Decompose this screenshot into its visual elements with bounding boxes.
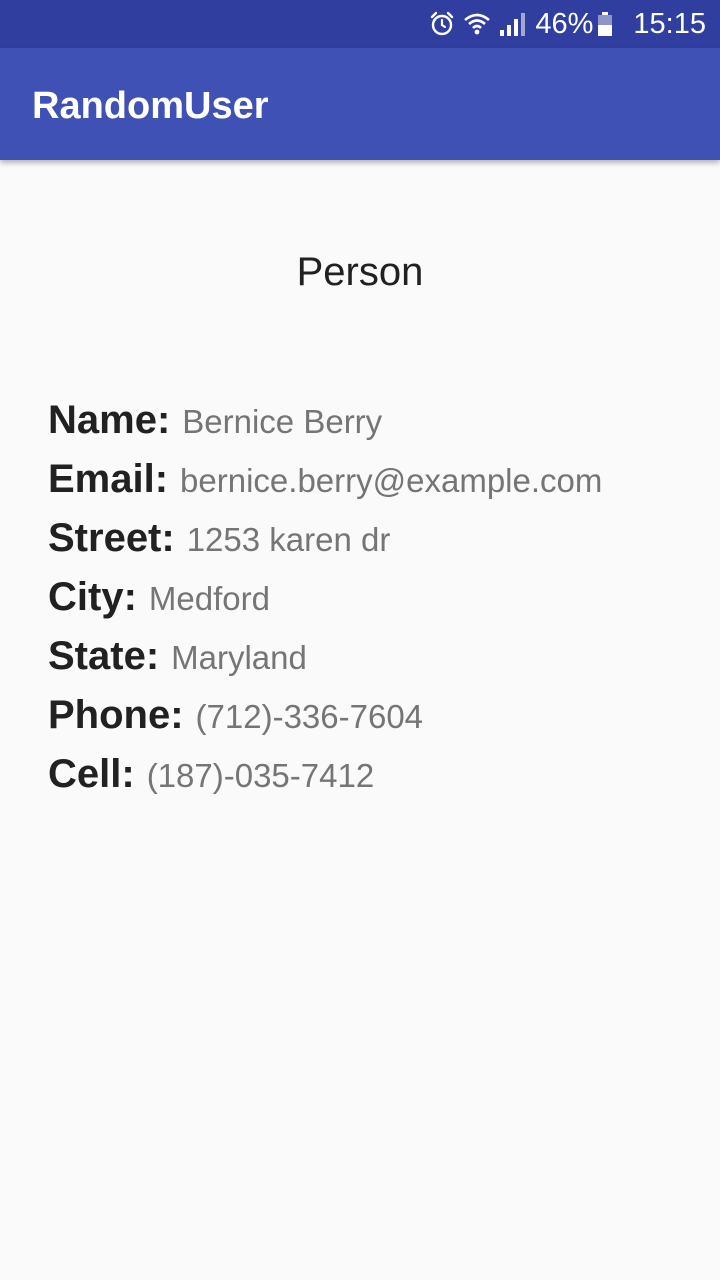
name-row: Name: Bernice Berry — [48, 398, 698, 457]
phone-row: Phone: (712)-336-7604 — [48, 693, 698, 752]
state-row: State: Maryland — [48, 634, 698, 693]
email-label: Email: — [48, 457, 169, 501]
city-label: City: — [48, 575, 137, 619]
cell-label: Cell: — [48, 752, 135, 796]
street-value: 1253 karen dr — [186, 521, 391, 558]
phone-label: Phone: — [48, 693, 184, 737]
status-icons: 46% 15:15 — [429, 0, 706, 48]
wifi-icon — [463, 11, 491, 37]
app-bar: RandomUser — [0, 48, 720, 160]
email-row: Email: bernice.berry@example.com — [48, 457, 698, 516]
street-label: Street: — [48, 516, 175, 560]
alarm-icon — [429, 11, 455, 37]
phone-value: (712)-336-7604 — [195, 698, 424, 735]
signal-icon — [499, 11, 527, 37]
name-value: Bernice Berry — [182, 403, 383, 440]
person-details: Name: Bernice Berry Email: bernice.berry… — [48, 398, 698, 811]
battery-icon — [597, 11, 613, 37]
person-content: Person Name: Bernice Berry Email: bernic… — [0, 160, 720, 1280]
person-heading: Person — [296, 250, 424, 294]
city-value: Medford — [148, 580, 270, 617]
battery-percent: 46% — [535, 7, 594, 40]
state-value: Maryland — [171, 639, 307, 676]
app-title: RandomUser — [32, 85, 269, 127]
street-row: Street: 1253 karen dr — [48, 516, 698, 575]
cell-value: (187)-035-7412 — [146, 757, 375, 794]
status-bar: 46% 15:15 — [0, 0, 720, 48]
state-label: State: — [48, 634, 160, 678]
email-value: bernice.berry@example.com — [180, 462, 603, 499]
cell-row: Cell: (187)-035-7412 — [48, 752, 698, 811]
clock: 15:15 — [633, 7, 706, 40]
name-label: Name: — [48, 398, 171, 442]
city-row: City: Medford — [48, 575, 698, 634]
